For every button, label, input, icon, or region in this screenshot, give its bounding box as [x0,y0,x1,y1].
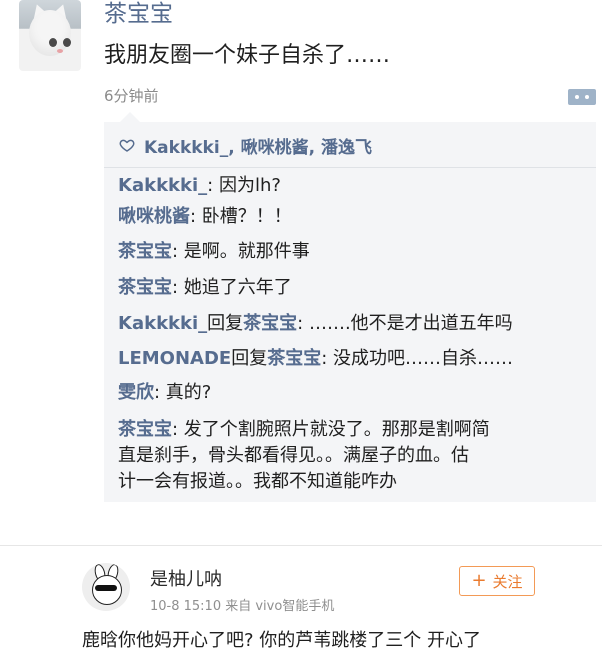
comment-item[interactable]: Kakkkki_: 因为lh? [118,173,281,199]
comment-icon[interactable] [568,89,596,105]
comment-text: 是啊。就那件事 [183,241,310,262]
plus-icon: + [471,570,487,591]
comment-text: 没成功吧……自杀…… [333,348,514,369]
commenter-text: 鹿晗你他妈开心了吧? 你的芦苇跳楼了三个 开心了 [82,630,481,651]
comment-text: …….他不是才出道五年吗 [308,313,513,334]
reply-target[interactable]: 茶宝宝 [243,313,297,334]
likes-row: Kakkkki_, 啾咪桃酱, 潘逸飞 [118,131,372,159]
comment-author[interactable]: 茶宝宝 [118,277,172,298]
comment-author[interactable]: LEMONADE [118,348,231,369]
reply-target[interactable]: 茶宝宝 [267,348,321,369]
cat-eye-right [63,38,71,47]
commenter-meta: 10-8 15:10 来自 vivo智能手机 [150,599,335,614]
comment-item[interactable]: 茶宝宝: 她追了六年了 [118,275,292,301]
post-time: 6分钟前 [104,87,159,105]
comment-author[interactable]: 啾咪桃酱 [118,206,190,227]
comment-line-2: 直是刹手，骨头都看得见。。满屋子的血。估 [118,445,469,466]
comment-item[interactable]: 茶宝宝: 发了个割腕照片就没了。那那是割啊简 直是刹手，骨头都看得见。。满屋子的… [118,417,588,495]
follow-label: 关注 [492,572,523,591]
comment-line-1: 茶宝宝: 发了个割腕照片就没了。那那是割啊简 [118,417,588,443]
comment-author[interactable]: Kakkkki_ [118,175,207,196]
follow-button[interactable]: + 关注 [459,566,535,596]
comment-separator: : [172,241,184,262]
comment-author[interactable]: 茶宝宝 [118,241,172,262]
comment-author[interactable]: 茶宝宝 [118,419,172,440]
comment-text: 真的? [165,382,212,403]
comment-separator: : [154,382,166,403]
comment-text: 她追了六年了 [183,277,292,298]
comment-item[interactable]: 雯欣: 真的? [118,380,211,406]
comment-text: 因为lh? [218,175,281,196]
likes-names[interactable]: Kakkkki_, 啾咪桃酱, 潘逸飞 [144,133,372,158]
post-text: 我朋友圈一个妹子自杀了…… [104,43,391,68]
comment-item[interactable]: LEMONADE回复茶宝宝: 没成功吧……自杀…… [118,346,513,372]
comment-separator: : [207,175,219,196]
comment-item[interactable]: 茶宝宝: 是啊。就那件事 [118,239,310,265]
comment-item[interactable]: 啾咪桃酱: 卧槽？！！ [118,204,292,230]
cat-eye-left [49,38,57,47]
likes-comments-panel: Kakkkki_, 啾咪桃酱, 潘逸飞 Kakkkki_: 因为lh? 啾咪桃酱… [104,112,596,502]
screenshot-root: 茶宝宝 我朋友圈一个妹子自杀了…… 6分钟前 Kakkkki_, 啾咪桃酱, 潘… [0,0,602,657]
comment-text: 卧槽？！！ [201,206,292,227]
section-divider [0,545,602,546]
comment-separator: : [297,313,309,334]
comment-author[interactable]: 雯欣 [118,382,154,403]
comment-text: 发了个割腕照片就没了。那那是割啊简 [183,419,490,440]
comment-author[interactable]: Kakkkki_ [118,313,207,334]
post-author-name[interactable]: 茶宝宝 [104,0,173,28]
bunny-sunglasses [95,585,117,591]
commenter-avatar[interactable] [82,563,130,611]
likes-divider [104,167,596,168]
comment-separator: : [321,348,334,369]
reply-label: 回复 [231,348,268,369]
author-avatar[interactable] [19,0,81,71]
comment-item[interactable]: Kakkkki_回复茶宝宝: …….他不是才出道五年吗 [118,311,513,337]
comment-line-3: 计一会有报道。。我都不知道能咋办 [118,471,397,492]
comment-separator: : [172,277,184,298]
cat-face [29,10,71,56]
heart-outline-icon [118,136,136,154]
comment-separator: : [190,206,202,227]
reply-label: 回复 [207,313,244,334]
comment-separator: : [172,419,184,440]
commenter-name[interactable]: 是柚儿呐 [150,568,222,592]
cat-nose [57,49,63,53]
